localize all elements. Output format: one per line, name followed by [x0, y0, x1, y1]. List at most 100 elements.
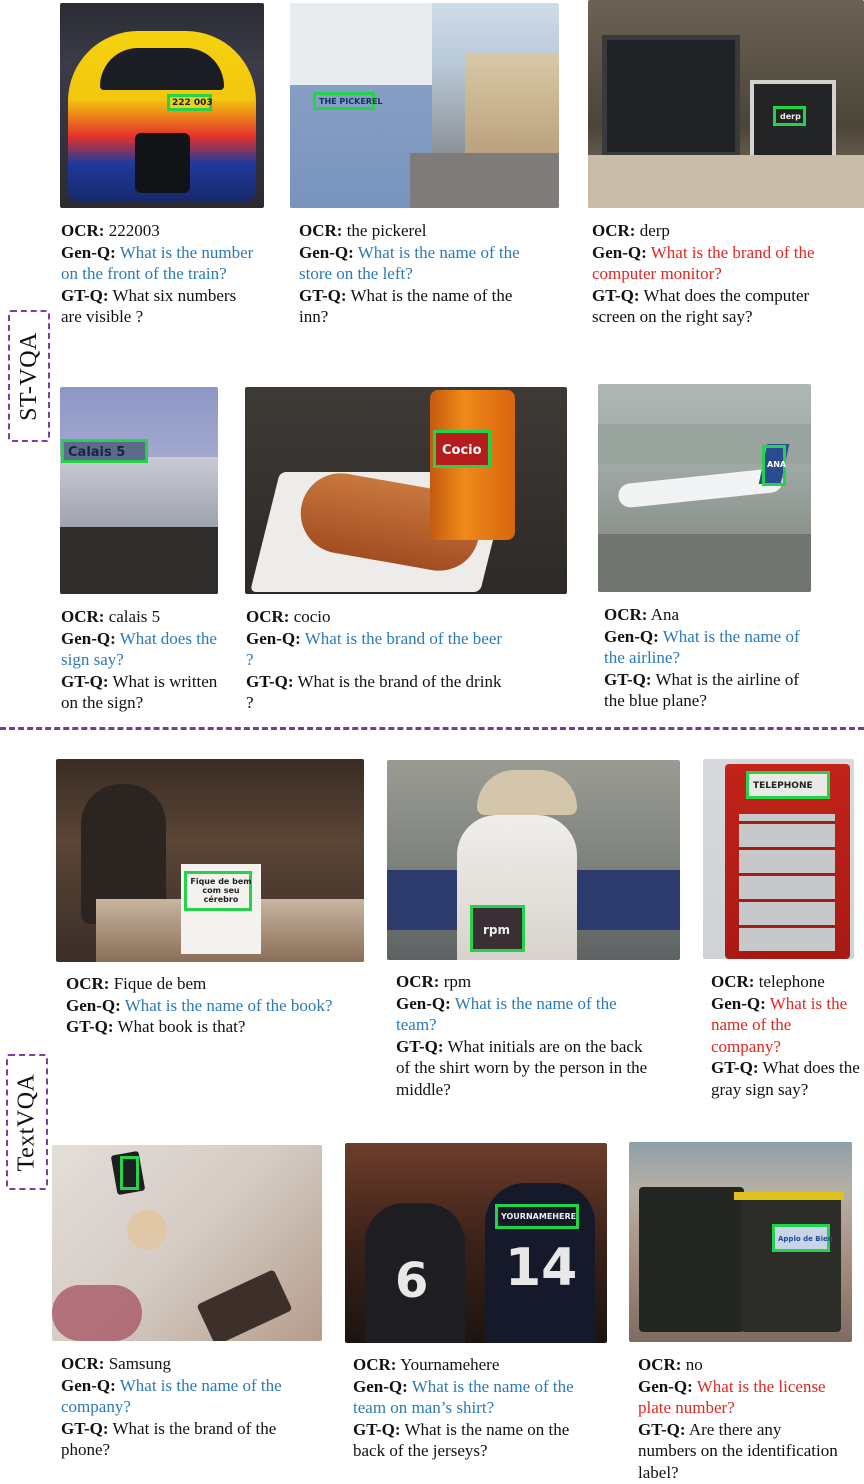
gt-q-label: GT-Q:: [246, 671, 294, 691]
caption-airplane: OCR: Ana Gen-Q: What is the name of the …: [604, 604, 814, 712]
gt-q-label: GT-Q:: [638, 1419, 686, 1439]
building-right: [465, 53, 559, 168]
ocr-bounding-box: 222 003: [167, 94, 213, 111]
gen-q-label: Gen-Q:: [638, 1376, 693, 1396]
bbox-text: Cocio: [442, 443, 482, 458]
gt-q-label: GT-Q:: [396, 1036, 444, 1056]
desk: [588, 155, 864, 208]
gt-q-label: GT-Q:: [353, 1419, 401, 1439]
textvqa-section-label: TextVQA: [6, 1054, 48, 1190]
example-image-airplane: ANA: [598, 384, 811, 592]
ocr-value: calais 5: [108, 607, 161, 626]
stvqa-label-text: ST-VQA: [15, 331, 42, 421]
gen-q-label: Gen-Q:: [396, 993, 451, 1013]
gt-q-label: GT-Q:: [592, 285, 640, 305]
gen-q-label: Gen-Q:: [61, 1375, 116, 1395]
bbox-text: Calais 5: [68, 445, 126, 460]
tarmac: [598, 534, 811, 592]
example-image-hotdog: Cocio: [245, 387, 567, 594]
ship-building: [60, 457, 218, 527]
ocr-bounding-box: Cocio: [433, 430, 491, 468]
ocr-value: 222003: [108, 221, 160, 240]
pink-blur: [52, 1285, 142, 1341]
example-image-pickerel: THE PICKEREL: [290, 3, 559, 208]
textvqa-label-text: TextVQA: [13, 1073, 40, 1171]
ocr-label: OCR:: [396, 972, 440, 991]
caption-makeup: OCR: Samsung Gen-Q: What is the name of …: [61, 1353, 323, 1461]
ocr-label: OCR:: [638, 1355, 682, 1374]
caption-computer: OCR: derp Gen-Q: What is the brand of th…: [592, 220, 854, 328]
ocr-label: OCR:: [711, 972, 755, 991]
booth-window: [739, 814, 835, 954]
example-image-makeup: [52, 1145, 322, 1341]
caption-bookfair: OCR: Fique de bem Gen-Q: What is the nam…: [66, 973, 336, 1038]
ocr-bounding-box: THE PICKEREL: [313, 92, 383, 110]
ocr-bounding-box: rpm: [470, 905, 525, 952]
number-14: 14: [505, 1238, 578, 1298]
ocr-value: Fique de bem: [113, 974, 207, 993]
ocr-value: Yournamehere: [400, 1355, 500, 1374]
gt-q-label: GT-Q:: [61, 1418, 109, 1438]
caption-jersey: OCR: rpm Gen-Q: What is the name of the …: [396, 971, 658, 1101]
gen-q-label: Gen-Q:: [711, 993, 766, 1013]
bbox-text: ANA: [767, 460, 787, 469]
example-image-bookfair: Fique de bem com seu cérebro: [56, 759, 364, 962]
example-image-bins: Applo de Bien: [629, 1142, 852, 1342]
ocr-bounding-box: [120, 1156, 139, 1190]
gt-q-label: GT-Q:: [61, 285, 109, 305]
stvqa-section-label: ST-VQA: [8, 310, 50, 442]
ocr-label: OCR:: [61, 1354, 105, 1373]
hat: [477, 770, 577, 815]
building-white-top: [290, 3, 432, 85]
bbox-text: rpm: [483, 923, 511, 937]
gt-q-label: GT-Q:: [299, 285, 347, 305]
train-dark-front: [135, 133, 190, 193]
ground-truth-question: What book is that?: [117, 1017, 246, 1037]
generated-question: What is the name of the book?: [124, 995, 333, 1015]
ocr-value: Samsung: [108, 1354, 172, 1373]
section-divider: [0, 727, 864, 730]
gen-q-label: Gen-Q:: [61, 242, 116, 262]
ocr-label: OCR:: [353, 1355, 397, 1374]
ocr-label: OCR:: [61, 221, 105, 240]
ocr-value: cocio: [293, 607, 331, 626]
bin-left: [639, 1187, 744, 1332]
example-image-jersey: rpm: [387, 760, 680, 960]
ocr-bounding-box: TELEPHONE: [746, 771, 830, 799]
ocr-value: the pickerel: [346, 221, 427, 240]
bin-right: [741, 1197, 841, 1332]
ocr-value: rpm: [443, 972, 472, 991]
gen-q-label: Gen-Q:: [246, 628, 301, 648]
caption-bins: OCR: no Gen-Q: What is the license plate…: [638, 1354, 838, 1484]
gt-q-label: GT-Q:: [66, 1017, 114, 1037]
bbox-text: 222 003: [172, 98, 213, 108]
gen-q-label: Gen-Q:: [604, 626, 659, 646]
bbox-text: TELEPHONE: [753, 781, 813, 791]
gen-q-label: Gen-Q:: [66, 995, 121, 1015]
caption-pickerel: OCR: the pickerel Gen-Q: What is the nam…: [299, 220, 539, 328]
plane-body: [617, 467, 784, 509]
ocr-bounding-box: Fique de bem com seu cérebro: [184, 871, 252, 911]
ocr-bounding-box: Calais 5: [61, 439, 148, 463]
compact: [127, 1210, 167, 1250]
gen-q-label: Gen-Q:: [353, 1376, 408, 1396]
ocr-value: derp: [639, 221, 670, 240]
gt-q-label: GT-Q:: [61, 671, 109, 691]
palette: [196, 1269, 293, 1341]
ocr-label: OCR:: [61, 607, 105, 626]
ocr-bounding-box: derp: [773, 106, 806, 126]
ocr-label: OCR:: [299, 221, 343, 240]
ocr-label: OCR:: [592, 221, 636, 240]
example-image-jerseys-back: 6 14 YOURNAMEHERE: [345, 1143, 607, 1343]
train-windshield: [100, 48, 224, 90]
ocr-label: OCR:: [246, 607, 290, 626]
ocr-bounding-box: YOURNAMEHERE: [495, 1204, 579, 1229]
ocr-label: OCR:: [66, 974, 110, 993]
example-image-train: 222 003: [60, 3, 264, 208]
bbox-text: YOURNAMEHERE: [501, 1212, 577, 1221]
gt-q-label: GT-Q:: [711, 1058, 759, 1078]
monitor-large: [602, 35, 740, 157]
bbox-text: Fique de bem com seu cérebro: [190, 877, 252, 904]
road-dark: [60, 527, 218, 594]
ocr-label: OCR:: [604, 605, 648, 624]
